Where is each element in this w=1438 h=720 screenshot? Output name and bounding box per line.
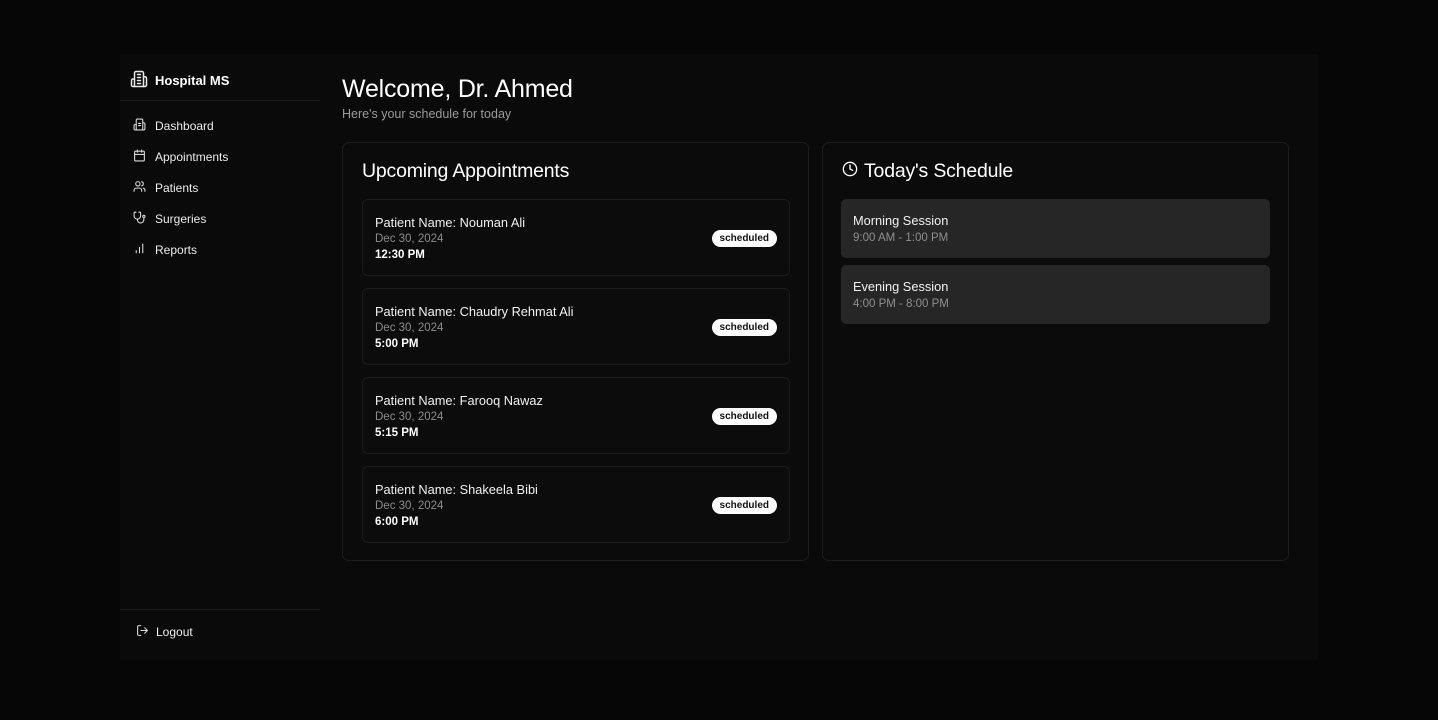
logout-button[interactable]: Logout <box>136 622 193 642</box>
patient-name: Patient Name: Chaudry Rehmat Ali <box>375 304 574 319</box>
status-badge: scheduled <box>711 497 777 514</box>
patient-name: Patient Name: Shakeela Bibi <box>375 482 538 497</box>
status-badge: scheduled <box>711 319 777 336</box>
card-title: Upcoming Appointments <box>362 160 569 183</box>
calendar-icon <box>133 149 146 165</box>
appointment-time: 5:15 PM <box>375 427 419 439</box>
status-badge: scheduled <box>711 408 777 425</box>
sidebar-item-label: Reports <box>155 242 198 257</box>
appointment-time: 12:30 PM <box>375 249 425 261</box>
logout-label: Logout <box>156 625 193 639</box>
appointment-time: 5:00 PM <box>375 338 419 350</box>
sidebar-item-surgeries[interactable]: Surgeries <box>120 203 320 234</box>
sidebar-item-patients[interactable]: Patients <box>120 172 320 203</box>
page-subtitle: Here's your schedule for today <box>342 107 512 121</box>
appointment-item[interactable]: Patient Name: Shakeela Bibi Dec 30, 2024… <box>362 466 790 543</box>
sidebar-item-label: Surgeries <box>155 211 207 226</box>
sidebar-nav: Dashboard Appointments Patients Surgerie… <box>120 110 320 265</box>
sidebar-item-dashboard[interactable]: Dashboard <box>120 110 320 141</box>
sidebar-item-label: Patients <box>155 180 199 195</box>
sidebar: Hospital MS Dashboard Appointments Patie… <box>120 54 320 660</box>
sidebar-item-appointments[interactable]: Appointments <box>120 141 320 172</box>
dashboard-icon <box>133 118 146 134</box>
todays-schedule-card: Today's Schedule Morning Session 9:00 AM… <box>822 142 1289 561</box>
upcoming-appointments-title: Upcoming Appointments <box>362 160 570 182</box>
appointment-item[interactable]: Patient Name: Farooq Nawaz Dec 30, 2024 … <box>362 377 790 454</box>
appointment-item[interactable]: Patient Name: Chaudry Rehmat Ali Dec 30,… <box>362 288 790 365</box>
app-shell: Hospital MS Dashboard Appointments Patie… <box>120 54 1318 660</box>
sidebar-item-reports[interactable]: Reports <box>120 234 320 265</box>
sidebar-divider <box>120 100 320 101</box>
bar-chart-icon <box>133 242 146 258</box>
hospital-icon <box>130 70 148 91</box>
session-item[interactable]: Evening Session 4:00 PM - 8:00 PM <box>841 265 1270 324</box>
brand[interactable]: Hospital MS <box>130 70 229 90</box>
clock-icon <box>842 160 858 183</box>
sidebar-divider <box>120 609 320 610</box>
card-title: Today's Schedule <box>842 160 1013 183</box>
patient-name: Patient Name: Nouman Ali <box>375 215 526 230</box>
brand-name: Hospital MS <box>155 72 230 88</box>
appointment-time: 6:00 PM <box>375 516 419 528</box>
appointment-date: Dec 30, 2024 <box>375 322 444 334</box>
upcoming-appointments-card: Upcoming Appointments Patient Name: Noum… <box>342 142 809 561</box>
appointment-date: Dec 30, 2024 <box>375 411 444 423</box>
logout-icon <box>136 624 149 640</box>
session-name: Morning Session <box>853 213 949 228</box>
stethoscope-icon <box>133 211 146 227</box>
users-icon <box>133 180 146 196</box>
sidebar-item-label: Appointments <box>155 149 229 164</box>
status-badge: scheduled <box>711 230 777 247</box>
appointment-date: Dec 30, 2024 <box>375 500 444 512</box>
session-time: 4:00 PM - 8:00 PM <box>853 298 949 310</box>
appointment-date: Dec 30, 2024 <box>375 233 444 245</box>
session-time: 9:00 AM - 1:00 PM <box>853 232 949 244</box>
patient-name: Patient Name: Farooq Nawaz <box>375 393 543 408</box>
session-list: Morning Session 9:00 AM - 1:00 PM Evenin… <box>841 199 1270 331</box>
session-name: Evening Session <box>853 279 949 294</box>
session-item[interactable]: Morning Session 9:00 AM - 1:00 PM <box>841 199 1270 258</box>
todays-schedule-title: Today's Schedule <box>864 160 1014 182</box>
appointment-list: Patient Name: Nouman Ali Dec 30, 2024 12… <box>362 199 790 555</box>
appointment-item[interactable]: Patient Name: Nouman Ali Dec 30, 2024 12… <box>362 199 790 276</box>
page-title: Welcome, Dr. Ahmed <box>342 75 573 103</box>
sidebar-item-label: Dashboard <box>155 118 214 133</box>
